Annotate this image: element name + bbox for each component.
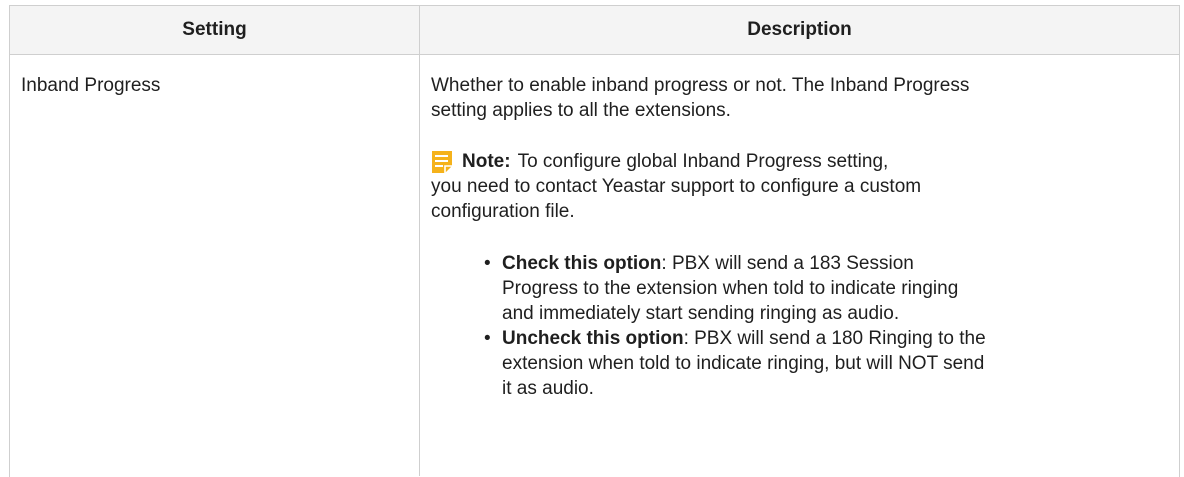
- list-item-uncheck-option: • Uncheck this option: PBX will send a 1…: [484, 326, 1169, 401]
- note-line-3: configuration file.: [431, 201, 575, 222]
- header-setting: Setting: [10, 6, 420, 54]
- note-icon: [431, 150, 453, 174]
- check-option-label: Check this option: [502, 253, 662, 274]
- uncheck-option-label: Uncheck this option: [502, 328, 684, 349]
- check-option-line-1: : PBX will send a 183 Session: [661, 253, 914, 274]
- note-line-1: To configure global Inband Progress sett…: [517, 151, 889, 172]
- table-header-row: Setting Description: [10, 6, 1179, 55]
- uncheck-option-line-1: : PBX will send a 180 Ringing to the: [683, 328, 986, 349]
- note-label: Note:: [462, 151, 511, 172]
- bullet-dot: •: [484, 253, 491, 274]
- check-option-line-2: Progress to the extension when told to i…: [502, 278, 959, 299]
- uncheck-option-line-3: it as audio.: [502, 378, 594, 399]
- check-option-line-3: and immediately start sending ringing as…: [502, 303, 900, 324]
- list-item-check-option: • Check this option: PBX will send a 183…: [484, 251, 1169, 326]
- description-text: Whether to enable inband progress or not…: [431, 73, 1169, 123]
- setting-cell: Inband Progress: [10, 55, 420, 476]
- note-line-2: you need to contact Yeastar support to c…: [431, 176, 922, 197]
- description-line-2: setting applies to all the extensions.: [431, 100, 731, 121]
- note-block: Note: To configure global Inband Progres…: [431, 149, 1169, 224]
- header-description: Description: [747, 19, 852, 40]
- uncheck-option-line-2: extension when told to indicate ringing,…: [502, 353, 985, 374]
- bullet-dot: •: [484, 328, 491, 349]
- setting-name: Inband Progress: [21, 75, 161, 96]
- settings-table: Setting Description Inband Progress Whet…: [9, 5, 1180, 477]
- description-line-1: Whether to enable inband progress or not…: [431, 75, 970, 96]
- option-list: • Check this option: PBX will send a 183…: [431, 251, 1169, 401]
- table-row: Inband Progress Whether to enable inband…: [10, 55, 1179, 476]
- note-first-line: Note: To configure global Inband Progres…: [431, 149, 1169, 174]
- note-text: you need to contact Yeastar support to c…: [431, 174, 1169, 224]
- description-cell: Whether to enable inband progress or not…: [420, 55, 1179, 476]
